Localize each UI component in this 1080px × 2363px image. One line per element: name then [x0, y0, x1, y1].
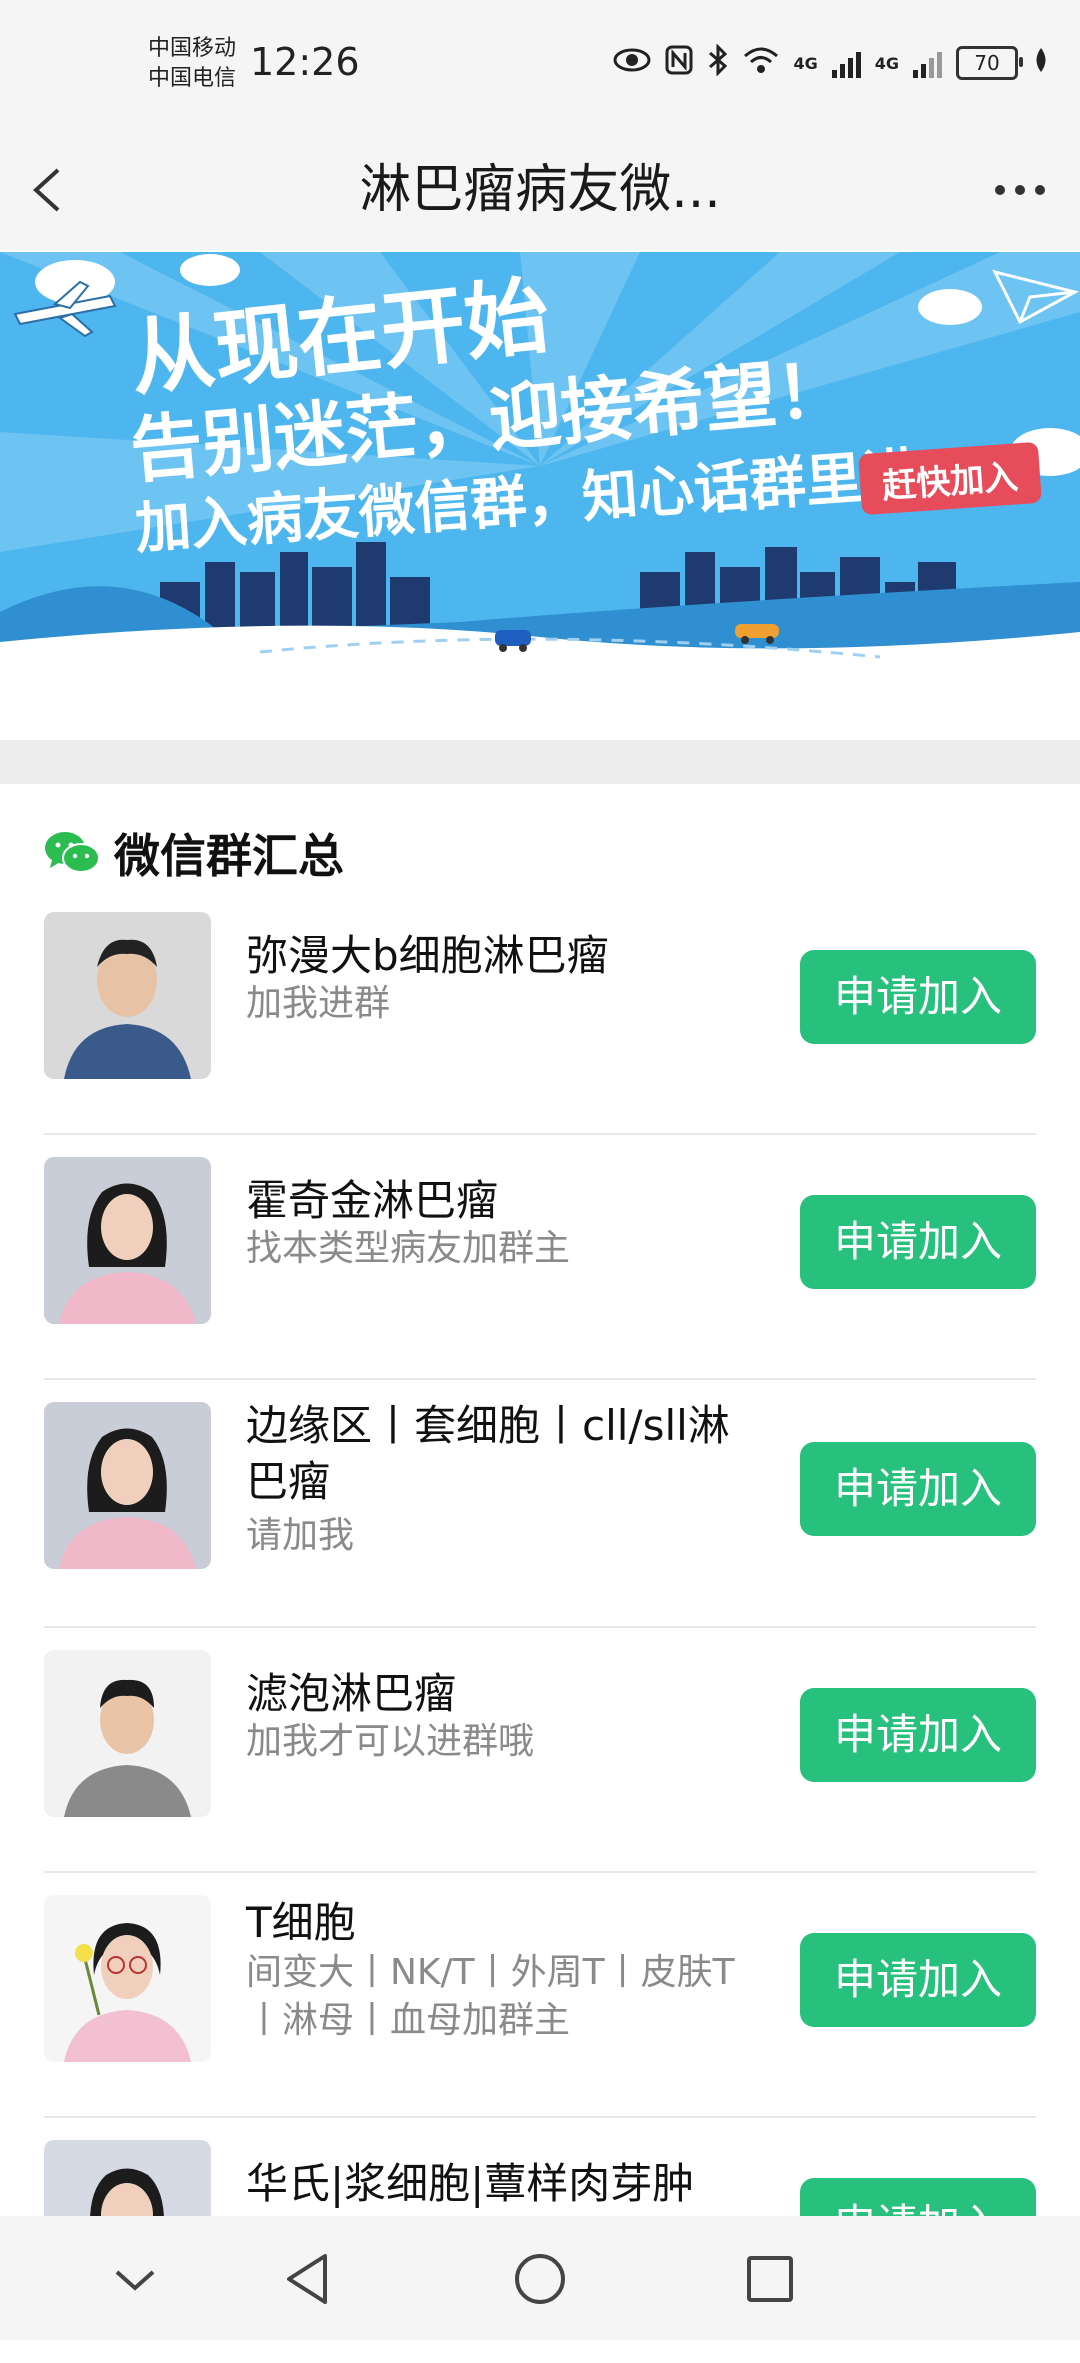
carrier-1: 中国移动 [148, 36, 237, 61]
apply-join-button[interactable]: 申请加入 [800, 950, 1036, 1044]
nav-home-button[interactable] [505, 2244, 575, 2314]
group-desc: 间变大丨NK/T丨外周T丨皮肤T丨淋母丨血母加群主 [246, 1952, 735, 2041]
list-item[interactable]: 滤泡淋巴瘤 加我才可以进群哦 申请加入 [0, 1628, 1080, 1873]
chevron-left-icon [33, 168, 60, 212]
banner-join-tag: 赶快加入 [858, 441, 1042, 516]
section-divider [0, 740, 1080, 784]
group-desc: 找本类型病友加群主 [246, 1228, 571, 1269]
status-bar: 中国移动 中国电信 12:26 4G 4G 70 [0, 0, 1080, 130]
network-type-2: 4G [874, 53, 899, 73]
nav-recents-button[interactable] [735, 2244, 805, 2314]
eye-icon [613, 47, 651, 79]
circle-home-icon [515, 2254, 565, 2304]
group-name: 华氏|浆细胞|蕈样肉芽肿 [246, 2159, 695, 2208]
more-dots-icon [995, 185, 1045, 195]
group-list: 弥漫大b细胞淋巴瘤 加我进群 申请加入 霍奇金淋巴瘤 找本类型病友加群主 申请加… [0, 890, 1080, 2363]
square-recents-icon [747, 2256, 793, 2302]
nav-back-button[interactable] [275, 2244, 345, 2314]
avatar [44, 912, 211, 1079]
more-button[interactable] [990, 160, 1050, 220]
group-desc: 请加我 [246, 1515, 355, 1556]
battery-icon: 70 [956, 46, 1023, 80]
triangle-back-icon [287, 2254, 327, 2304]
group-name: 弥漫大b细胞淋巴瘤 [246, 931, 609, 980]
group-name: T细胞 [246, 1898, 356, 1947]
section-header: 微信群汇总 [44, 820, 344, 886]
leaf-icon [1032, 46, 1050, 80]
chevron-down-icon [115, 2270, 155, 2291]
collapse-button[interactable] [100, 2244, 170, 2314]
page-title: 淋巴瘤病友微... [359, 160, 721, 220]
signal-icon-2 [913, 48, 942, 78]
avatar [44, 1402, 211, 1569]
list-item[interactable]: 霍奇金淋巴瘤 找本类型病友加群主 申请加入 [0, 1135, 1080, 1380]
system-nav-bar [0, 2216, 1080, 2340]
apply-join-button[interactable]: 申请加入 [800, 1442, 1036, 1536]
title-bar: 淋巴瘤病友微... [0, 130, 1080, 250]
carrier-2: 中国电信 [148, 66, 237, 91]
network-type-1: 4G [793, 53, 818, 73]
nfc-icon [665, 45, 693, 81]
back-button[interactable] [28, 150, 78, 230]
apply-join-button[interactable]: 申请加入 [800, 1933, 1036, 2027]
group-name: 边缘区丨套细胞丨cll/sll淋巴瘤 [246, 1401, 730, 1506]
avatar [44, 1157, 211, 1324]
carrier-names: 中国移动 中国电信 [148, 34, 236, 94]
avatar [44, 1895, 211, 2062]
group-name: 滤泡淋巴瘤 [246, 1669, 457, 1718]
apply-join-button[interactable]: 申请加入 [800, 1688, 1036, 1782]
avatar [44, 1650, 211, 1817]
group-desc: 加我才可以进群哦 [246, 1721, 535, 1762]
bluetooth-icon [707, 43, 729, 82]
list-item[interactable]: 边缘区丨套细胞丨cll/sll淋巴瘤 请加我 申请加入 [0, 1380, 1080, 1628]
battery-level: 70 [974, 51, 1000, 75]
clock: 12:26 [250, 40, 360, 84]
apply-join-button[interactable]: 申请加入 [800, 1195, 1036, 1289]
promo-banner[interactable]: 从现在开始 告别迷茫，迎接希望！ 加入病友微信群，知心话群里讲 赶快加入 [0, 252, 1080, 680]
status-icons: 4G 4G 70 [613, 43, 1050, 82]
section-title: 微信群汇总 [114, 829, 344, 883]
list-item[interactable]: 弥漫大b细胞淋巴瘤 加我进群 申请加入 [0, 890, 1080, 1135]
group-desc: 加我进群 [246, 983, 391, 1024]
signal-icon-1 [831, 48, 861, 78]
group-name: 霍奇金淋巴瘤 [246, 1176, 499, 1225]
wifi-icon [743, 46, 779, 80]
wechat-icon [45, 832, 100, 873]
list-item[interactable]: T细胞 间变大丨NK/T丨外周T丨皮肤T丨淋母丨血母加群主 申请加入 [0, 1873, 1080, 2118]
